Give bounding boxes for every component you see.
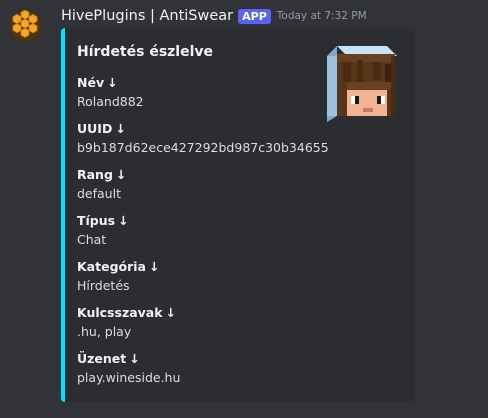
- message-timestamp[interactable]: Today at 7:32 PM: [277, 10, 367, 22]
- chat-message: HivePlugins | AntiSwear APP Today at 7:3…: [0, 0, 488, 418]
- arrow-down-icon: ↓: [115, 121, 126, 136]
- message-header: HivePlugins | AntiSwear APP Today at 7:3…: [61, 6, 367, 26]
- arrow-down-icon: ↓: [149, 259, 160, 274]
- honeycomb-icon: [9, 9, 41, 42]
- app-badge: APP: [238, 8, 271, 24]
- minecraft-player-head-icon[interactable]: [321, 42, 401, 122]
- author-name[interactable]: HivePlugins | AntiSwear: [61, 8, 233, 24]
- field-name-rang: Rang ↓: [77, 167, 127, 182]
- field-name-kategoria: Kategória ↓: [77, 259, 160, 274]
- arrow-down-icon: ↓: [107, 75, 118, 90]
- embed-title: Hírdetés észlelve: [77, 44, 214, 60]
- field-value-rang: default: [77, 186, 121, 201]
- field-value-uzenet: play.wineside.hu: [77, 370, 181, 385]
- author-avatar[interactable]: [9, 9, 41, 42]
- field-name-kulcsszavak: Kulcsszavak ↓: [77, 305, 177, 320]
- field-value-tipus: Chat: [77, 232, 107, 247]
- field-value-kategoria: Hírdetés: [77, 278, 130, 293]
- field-value-kulcsszavak: .hu, play: [77, 324, 132, 339]
- field-name-uzenet: Üzenet ↓: [77, 351, 140, 366]
- field-name-nev: Név ↓: [77, 75, 118, 90]
- arrow-down-icon: ↓: [129, 351, 140, 366]
- field-value-uuid: b9b187d62ece427292bd987c30b34655: [77, 140, 329, 155]
- arrow-down-icon: ↓: [115, 167, 127, 182]
- field-name-uuid: UUID ↓: [77, 121, 126, 136]
- field-name-tipus: Típus ↓: [77, 213, 129, 228]
- field-value-nev: Roland882: [77, 94, 144, 109]
- arrow-down-icon: ↓: [165, 305, 177, 320]
- embed-card: Hírdetés észlelve Név ↓ Roland882 UUID ↓…: [61, 28, 415, 402]
- arrow-down-icon: ↓: [118, 213, 129, 228]
